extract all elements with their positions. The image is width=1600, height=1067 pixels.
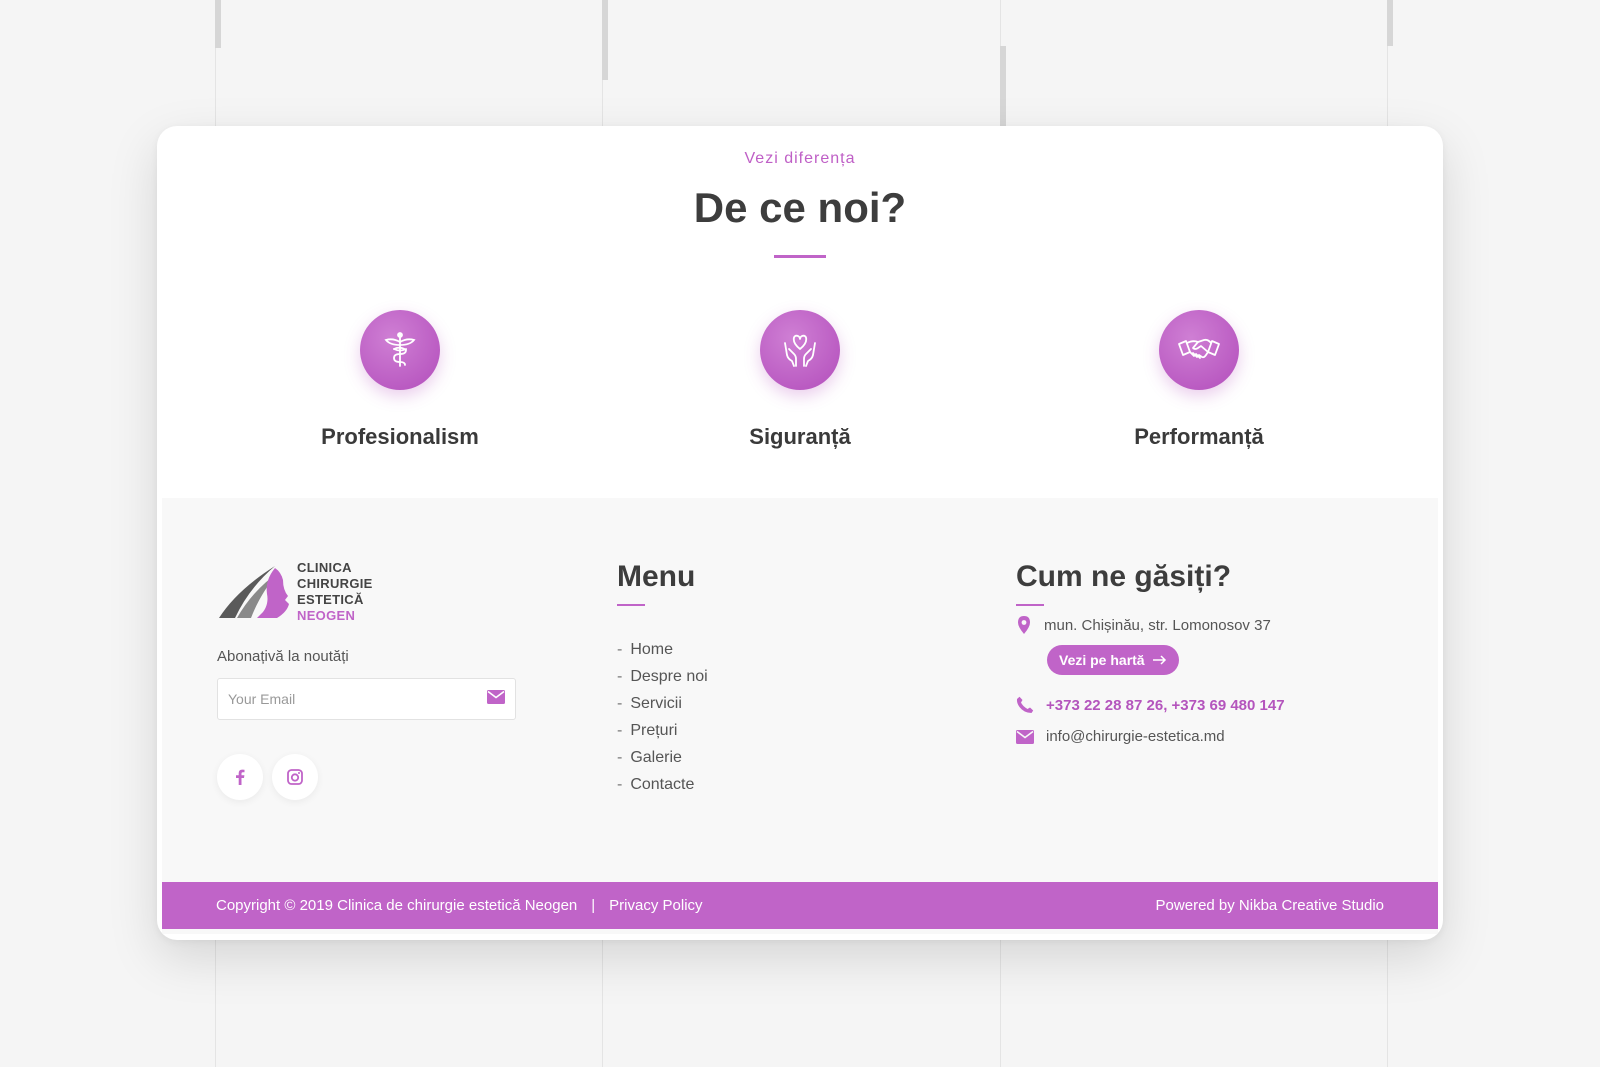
facebook-icon xyxy=(236,769,245,785)
title-underline xyxy=(774,255,826,258)
section-title: De ce noi? xyxy=(693,184,907,231)
footer-menu: Menu - Home - Despre noi - Servicii - Prețur… xyxy=(617,560,708,798)
menu-item-about[interactable]: - Despre noi xyxy=(617,663,708,690)
feature-professionalism: Profesionalism xyxy=(240,310,560,450)
menu-item-contacts[interactable]: - Contacte xyxy=(617,771,708,798)
section-kicker: Vezi diferența xyxy=(744,150,856,167)
menu-title-underline xyxy=(617,604,645,606)
powered-by-link[interactable]: Powered by Nikba Creative Studio xyxy=(1156,897,1384,914)
clinic-logo[interactable]: CLINICA CHIRURGIE ESTETICĂ NEOGEN xyxy=(217,560,397,623)
subscribe-label: Abonațivă la noutăți xyxy=(217,648,349,665)
separator: | xyxy=(591,897,596,914)
logo-text: CLINICA CHIRURGIE ESTETICĂ NEOGEN xyxy=(297,560,373,623)
phone-numbers[interactable]: +373 22 28 87 26, +373 69 480 147 xyxy=(1046,697,1285,714)
contact-block: Cum ne găsiți? mun. Chișinău, str. Lomon… xyxy=(1016,560,1416,745)
why-us-section: Vezi diferența De ce noi? Profesionalism xyxy=(157,126,1443,498)
menu-item-gallery[interactable]: - Galerie xyxy=(617,744,708,771)
send-mail-icon[interactable] xyxy=(487,689,505,709)
feature-safety: Siguranță xyxy=(640,310,960,450)
logo-mark-icon xyxy=(219,566,289,618)
handshake-icon xyxy=(1159,310,1239,390)
bg-tick xyxy=(602,0,608,80)
email-link[interactable]: info@chirurgie-estetica.md xyxy=(1046,728,1225,745)
feature-label: Profesionalism xyxy=(321,424,479,449)
map-pin-icon xyxy=(1018,616,1030,634)
contact-title-underline xyxy=(1016,604,1044,606)
privacy-policy-link[interactable]: Privacy Policy xyxy=(609,897,702,914)
bg-tick xyxy=(1000,46,1006,126)
site-footer: CLINICA CHIRURGIE ESTETICĂ NEOGEN Abonaț… xyxy=(162,498,1438,934)
facebook-button[interactable] xyxy=(217,754,263,800)
newsletter-form xyxy=(217,678,516,720)
contact-title: Cum ne găsiți? xyxy=(1016,560,1232,593)
arrow-right-icon xyxy=(1152,655,1166,665)
caduceus-icon xyxy=(360,310,440,390)
copyright-bar: Copyright © 2019 Clinica de chirurgie es… xyxy=(162,882,1438,929)
instagram-button[interactable] xyxy=(272,754,318,800)
instagram-icon xyxy=(287,769,303,785)
feature-label: Performanță xyxy=(1134,424,1264,449)
address-text: mun. Chișinău, str. Lomonosov 37 xyxy=(1044,616,1271,634)
view-map-button[interactable]: Vezi pe hartă xyxy=(1047,645,1179,675)
phone-row: +373 22 28 87 26, +373 69 480 147 xyxy=(1016,696,1285,714)
email-input[interactable] xyxy=(228,691,487,707)
phone-icon xyxy=(1016,696,1034,713)
email-row: info@chirurgie-estetica.md xyxy=(1016,728,1225,745)
feature-label: Siguranță xyxy=(749,424,851,449)
menu-item-home[interactable]: - Home xyxy=(617,636,708,663)
copyright-text: Copyright © 2019 Clinica de chirurgie es… xyxy=(216,897,578,914)
page-card: Vezi diferența De ce noi? Profesionalism xyxy=(157,126,1443,940)
bg-tick xyxy=(215,0,221,48)
menu-title: Menu xyxy=(617,560,696,593)
hands-heart-icon xyxy=(760,310,840,390)
feature-performance: Performanță xyxy=(1039,310,1359,450)
envelope-icon xyxy=(1016,729,1034,744)
bg-tick xyxy=(1387,0,1393,46)
menu-item-prices[interactable]: - Prețuri xyxy=(617,717,708,744)
address-row: mun. Chișinău, str. Lomonosov 37 xyxy=(1016,616,1271,634)
menu-item-services[interactable]: - Servicii xyxy=(617,690,708,717)
